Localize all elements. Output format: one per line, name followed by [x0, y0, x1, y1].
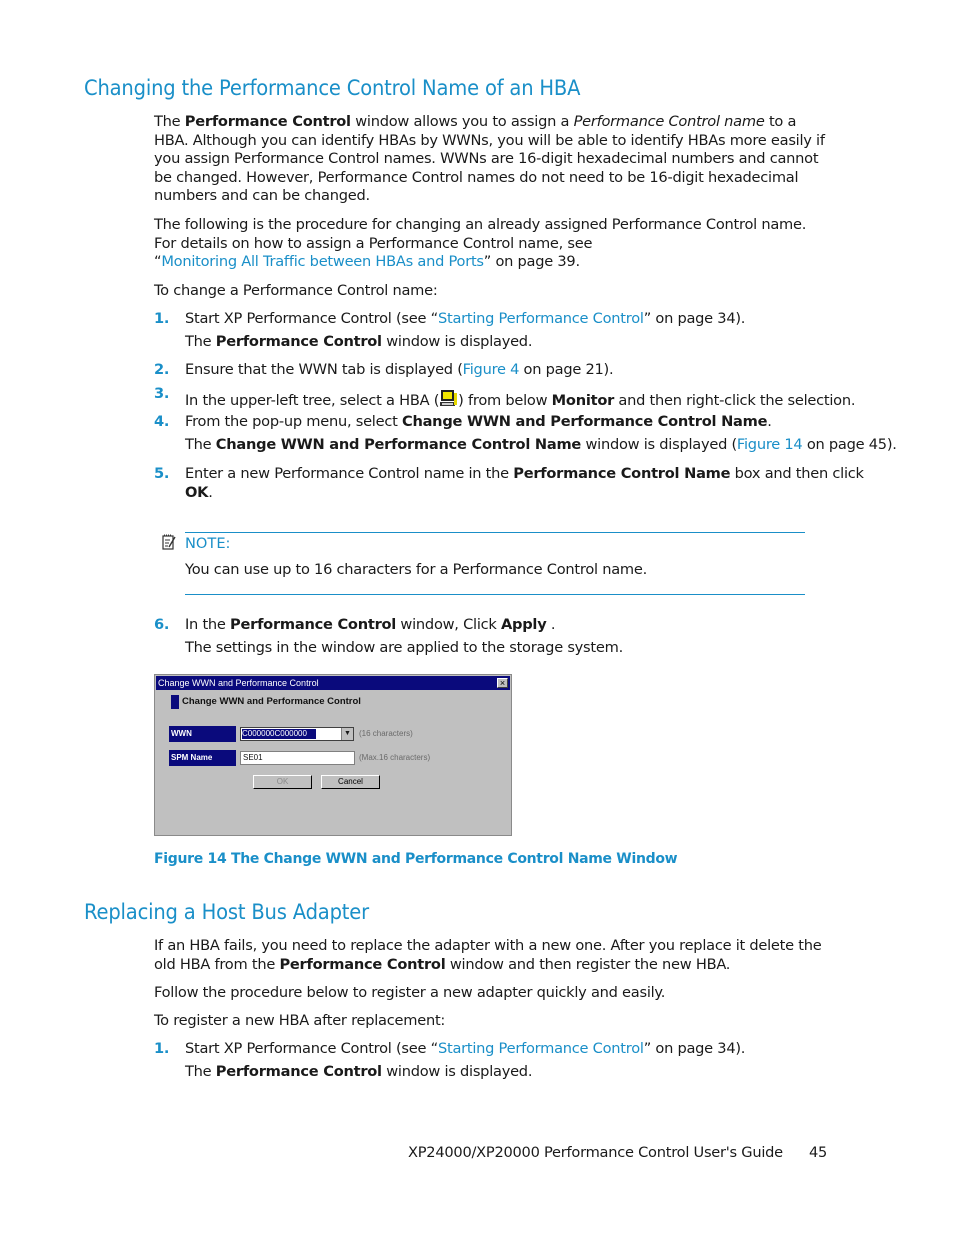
spm-name-input[interactable]: SE01: [240, 751, 355, 765]
wwn-label: WWN: [169, 726, 236, 742]
note-label: NOTE:: [185, 535, 231, 552]
change-wwn-dialog-screenshot: Change WWN and Performance Control × Cha…: [154, 674, 512, 836]
dialog-title: Change WWN and Performance Control: [158, 678, 319, 688]
link-starting-performance-control[interactable]: Starting Performance Control: [438, 310, 644, 327]
step-1: 1. Start XP Performance Control (see “St…: [154, 310, 746, 350]
ok-button[interactable]: OK: [253, 775, 312, 789]
steps-intro: To change a Performance Control name:: [154, 282, 438, 299]
italic-term: Performance Control name: [573, 113, 765, 130]
step-3: 3. In the upper-left tree, select a HBA …: [154, 385, 856, 409]
replace-paragraph: If an HBA fails, you need to replace the…: [154, 937, 822, 973]
dialog-heading: Change WWN and Performance Control: [182, 696, 361, 707]
step-2: 2. Ensure that the WWN tab is displayed …: [154, 361, 614, 378]
link-figure-14[interactable]: Figure 14: [737, 436, 803, 453]
wwn-select[interactable]: C000000C000000 ▼: [240, 727, 354, 741]
figure-caption: Figure 14 The Change WWN and Performance…: [154, 851, 678, 867]
step-number: 4.: [154, 413, 170, 430]
bold-performance-control: Performance Control: [184, 113, 351, 130]
register-intro: To register a new HBA after replacement:: [154, 1012, 446, 1029]
note-top-rule: [185, 532, 805, 533]
note-icon: [162, 534, 176, 551]
note-bottom-rule: [185, 594, 805, 595]
step-5: 5. Enter a new Performance Control name …: [154, 465, 864, 501]
chevron-down-icon[interactable]: ▼: [341, 728, 353, 740]
link-starting-performance-control[interactable]: Starting Performance Control: [438, 1040, 644, 1057]
step-number: 2.: [154, 361, 170, 378]
step-6: 6. In the Performance Control window, Cl…: [154, 616, 623, 656]
procedure-note-paragraph: Follow the procedure below to register a…: [154, 984, 666, 1001]
hba-icon: [440, 389, 458, 408]
step-number: 6.: [154, 616, 170, 633]
link-figure-4[interactable]: Figure 4: [463, 361, 520, 378]
replace-step-1: 1. Start XP Performance Control (see “St…: [154, 1040, 746, 1080]
procedure-intro-paragraph: The following is the procedure for chang…: [154, 216, 807, 271]
dialog-titlebar: Change WWN and Performance Control ×: [156, 676, 510, 690]
heading-marker: [171, 695, 179, 709]
section-heading-change-name: Changing the Performance Control Name of…: [84, 76, 581, 100]
step-number: 1.: [154, 1040, 170, 1057]
page-number: 45: [809, 1144, 828, 1161]
step-number: 3.: [154, 385, 170, 402]
wwn-hint: (16 characters): [359, 729, 413, 738]
note-text: You can use up to 16 characters for a Pe…: [185, 561, 647, 578]
spm-name-label: SPM Name: [169, 750, 236, 766]
step-number: 5.: [154, 465, 170, 482]
step-number: 1.: [154, 310, 170, 327]
intro-paragraph: The Performance Control window allows yo…: [154, 113, 825, 205]
document-page: Changing the Performance Control Name of…: [0, 0, 954, 1235]
close-icon[interactable]: ×: [497, 678, 508, 688]
link-monitoring-all-traffic[interactable]: Monitoring All Traffic between HBAs and …: [161, 253, 484, 270]
spm-name-hint: (Max.16 characters): [359, 753, 431, 762]
section-heading-replace-hba: Replacing a Host Bus Adapter: [84, 900, 369, 924]
wwn-value: C000000C000000: [242, 729, 316, 739]
footer-title: XP24000/XP20000 Performance Control User…: [408, 1144, 783, 1161]
step-4: 4. From the pop-up menu, select Change W…: [154, 413, 897, 453]
cancel-button[interactable]: Cancel: [321, 775, 380, 789]
